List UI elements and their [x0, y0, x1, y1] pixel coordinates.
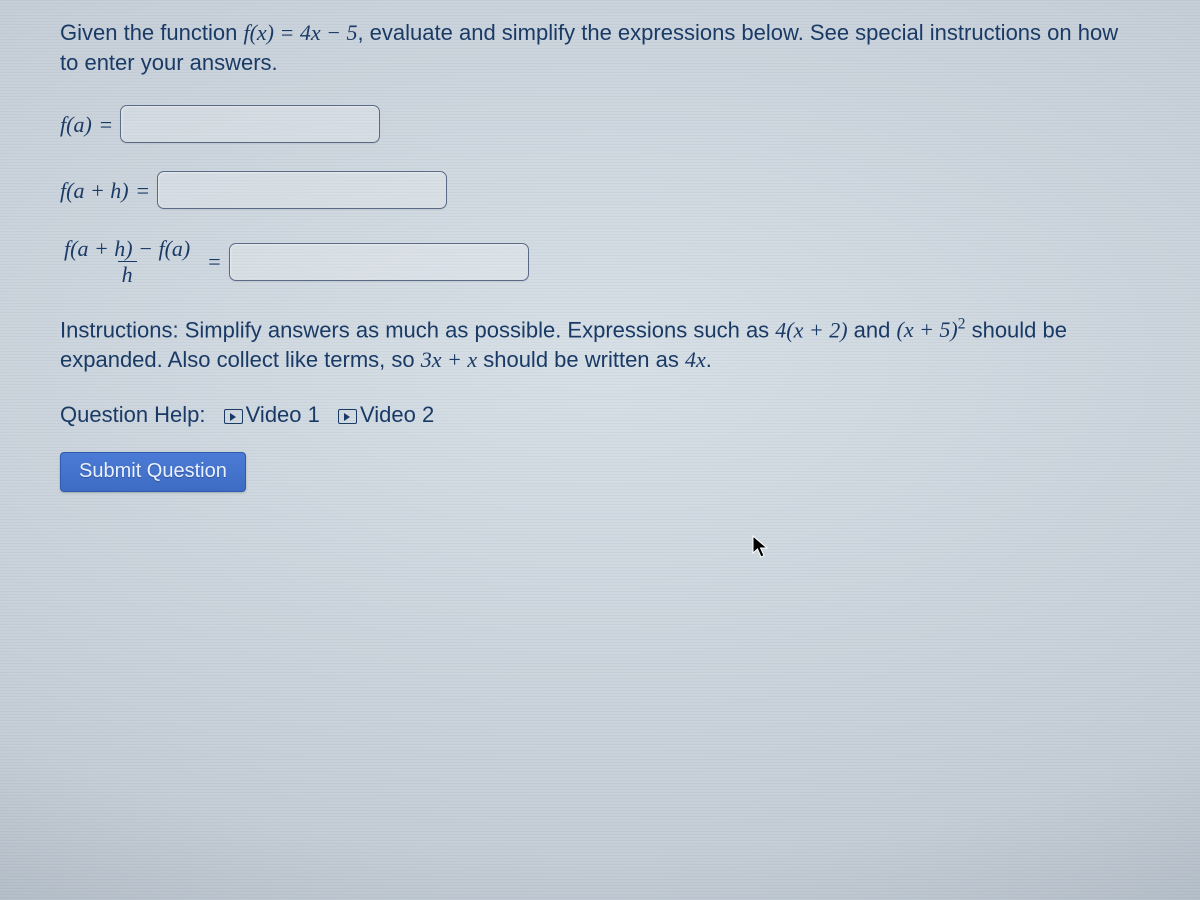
instr-expr1: 4(x + 2)	[775, 317, 847, 342]
dq-denominator: h	[118, 261, 137, 286]
dq-numerator: f(a + h) − f(a)	[60, 237, 194, 261]
equals-3: =	[206, 247, 222, 277]
row-f-of-a: f(a) =	[60, 105, 1140, 143]
play-icon	[224, 409, 243, 424]
play-icon	[338, 409, 357, 424]
video-1-link[interactable]: Video 1	[224, 402, 326, 427]
cursor-icon	[752, 535, 770, 559]
instructions-text: Instructions: Simplify answers as much a…	[60, 315, 1120, 375]
video-2-label: Video 2	[360, 402, 434, 427]
equals-2: =	[135, 176, 151, 206]
input-f-of-a[interactable]	[120, 105, 380, 143]
question-help-label: Question Help:	[60, 402, 206, 427]
difference-quotient-fraction: f(a + h) − f(a) h	[60, 237, 194, 286]
instr-expr4: 4x	[685, 347, 706, 372]
equals-1: =	[98, 110, 114, 140]
instr-expr3: 3x + x	[421, 347, 477, 372]
row-difference-quotient: f(a + h) − f(a) h =	[60, 237, 1140, 286]
instr-end: .	[706, 347, 712, 372]
prompt-lead: Given the function	[60, 20, 243, 45]
video-2-link[interactable]: Video 2	[338, 402, 434, 427]
instr-mid1: and	[848, 317, 897, 342]
row-f-of-a-plus-h: f(a + h) =	[60, 171, 1140, 209]
submit-question-button[interactable]: Submit Question	[60, 452, 246, 492]
lhs-fah: f(a + h)	[60, 176, 129, 206]
instr-lead: Instructions: Simplify answers as much a…	[60, 317, 775, 342]
input-difference-quotient[interactable]	[229, 243, 529, 281]
question-help-row: Question Help: Video 1 Video 2	[60, 400, 1140, 430]
video-1-label: Video 1	[246, 402, 320, 427]
prompt-function: f(x) = 4x − 5	[243, 20, 357, 45]
question-prompt: Given the function f(x) = 4x − 5, evalua…	[60, 18, 1140, 77]
instr-expr2: (x + 5)2	[897, 317, 966, 342]
input-f-of-a-plus-h[interactable]	[157, 171, 447, 209]
lhs-fa: f(a)	[60, 110, 92, 140]
instr-expr2-base: (x + 5)	[897, 317, 958, 342]
instr-mid3: should be written as	[477, 347, 685, 372]
